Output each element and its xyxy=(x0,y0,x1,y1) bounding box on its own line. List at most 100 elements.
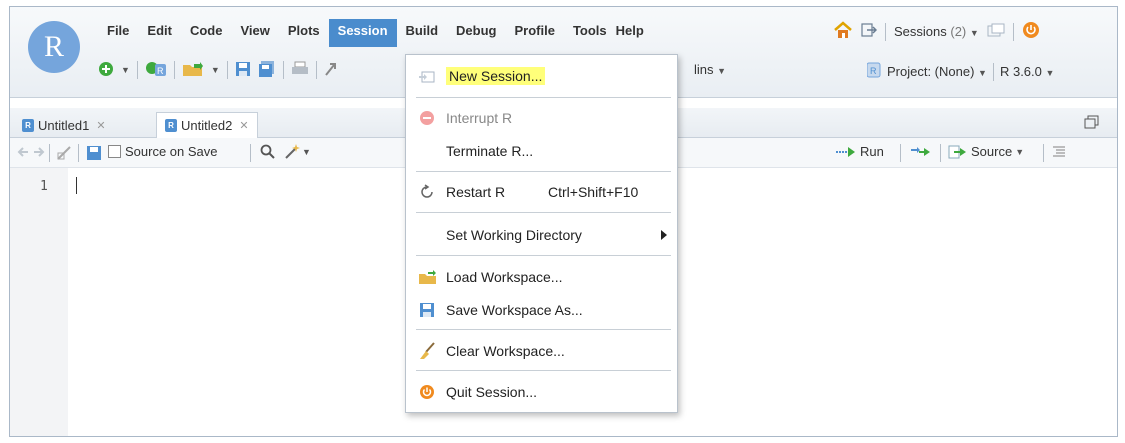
menu-item-save-workspace[interactable]: Save Workspace As... xyxy=(406,295,677,325)
r-file-icon: R xyxy=(22,118,34,132)
magic-wand-icon[interactable] xyxy=(283,143,301,164)
menu-item-label: Restart R xyxy=(446,184,506,200)
forward-arrow-icon[interactable] xyxy=(32,145,46,162)
menu-separator xyxy=(416,212,671,213)
new-window-icon[interactable] xyxy=(987,23,1005,40)
run-arrow-icon xyxy=(836,146,855,157)
menu-separator xyxy=(416,329,671,330)
menu-item-shortcut: Ctrl+Shift+F10 xyxy=(548,184,639,200)
menu-item-clear-workspace[interactable]: Clear Workspace... xyxy=(406,336,677,366)
menu-tools[interactable]: Tools xyxy=(564,19,616,47)
menu-item-label: Set Working Directory xyxy=(446,227,582,243)
chevron-down-icon[interactable]: ▼ xyxy=(302,147,311,157)
r-version-dropdown[interactable]: R 3.6.0 ▼ xyxy=(1000,64,1054,79)
menu-profile[interactable]: Profile xyxy=(505,19,563,47)
menu-session[interactable]: Session xyxy=(328,19,397,47)
menu-item-quit-session[interactable]: Quit Session... xyxy=(406,377,677,407)
close-icon[interactable]: ✕ xyxy=(96,119,105,132)
source-on-save-label: Source on Save xyxy=(125,144,218,159)
power-icon[interactable] xyxy=(1022,21,1040,42)
chevron-down-icon[interactable]: ▼ xyxy=(121,65,130,75)
separator xyxy=(940,144,941,162)
project-dropdown[interactable]: Project: (None) ▼ xyxy=(887,64,987,79)
show-in-window-icon[interactable] xyxy=(56,145,72,164)
menu-item-interrupt-r[interactable]: Interrupt R xyxy=(406,103,677,133)
sessions-dropdown[interactable]: Sessions (2) ▼ xyxy=(894,24,979,39)
menu-separator xyxy=(416,255,671,256)
session-menu-dropdown: New Session... Interrupt R Terminate R..… xyxy=(405,54,678,413)
outline-icon[interactable] xyxy=(1052,146,1066,161)
menu-debug[interactable]: Debug xyxy=(447,19,505,47)
menu-item-label: New Session... xyxy=(446,67,546,85)
menu-plots[interactable]: Plots xyxy=(279,19,329,47)
separator xyxy=(226,61,228,79)
source-label: Source xyxy=(971,144,1013,159)
main-toolbar: ▼ R ▼ xyxy=(98,57,338,83)
broom-icon xyxy=(418,342,436,360)
separator xyxy=(136,61,138,79)
save-icon[interactable] xyxy=(235,61,251,80)
separator xyxy=(1012,22,1014,41)
search-icon[interactable] xyxy=(260,144,276,163)
checkbox-box[interactable] xyxy=(108,145,121,158)
chevron-down-icon: ▼ xyxy=(717,66,727,76)
addins-label: lins xyxy=(694,62,714,77)
menu-item-load-workspace[interactable]: Load Workspace... xyxy=(406,262,677,292)
source-arrow-icon xyxy=(948,145,966,158)
submenu-arrow-icon xyxy=(661,230,667,240)
svg-text:R: R xyxy=(157,66,164,76)
menu-item-new-session[interactable]: New Session... xyxy=(406,61,677,91)
separator xyxy=(78,144,79,162)
svg-text:R: R xyxy=(870,66,877,76)
menu-file[interactable]: File xyxy=(98,19,138,47)
rerun-icon[interactable] xyxy=(909,146,931,161)
menu-code[interactable]: Code xyxy=(181,19,232,47)
new-project-icon[interactable]: R xyxy=(145,60,167,81)
separator xyxy=(885,22,886,41)
nav-arrows xyxy=(16,145,46,162)
editor-gutter xyxy=(10,168,68,436)
maximize-pane-icon[interactable] xyxy=(1084,115,1100,132)
menu-help[interactable]: Help xyxy=(616,19,653,47)
run-label: Run xyxy=(860,144,884,159)
sessions-count: (2) xyxy=(950,24,967,39)
r-file-icon: R xyxy=(165,119,177,132)
open-external-icon[interactable] xyxy=(861,22,878,41)
menu-view[interactable]: View xyxy=(231,19,278,47)
chevron-down-icon: ▼ xyxy=(1015,146,1025,157)
save-all-icon[interactable] xyxy=(258,60,276,80)
new-session-icon xyxy=(418,67,436,85)
open-file-icon[interactable] xyxy=(182,61,204,80)
chevron-down-icon[interactable]: ▼ xyxy=(211,65,220,75)
separator xyxy=(49,144,50,162)
menu-item-terminate-r[interactable]: Terminate R... xyxy=(406,136,677,166)
addins-dropdown[interactable]: lins ▼ xyxy=(694,62,726,77)
menu-item-set-working-directory[interactable]: Set Working Directory xyxy=(406,220,677,250)
home-icon[interactable] xyxy=(833,21,853,42)
line-number: 1 xyxy=(40,179,48,194)
project-icon: R xyxy=(866,62,881,81)
tab-untitled1[interactable]: R Untitled1 ✕ xyxy=(14,112,114,138)
separator xyxy=(992,62,994,81)
goto-icon[interactable] xyxy=(324,61,338,80)
r-version-label: R 3.6.0 xyxy=(999,64,1042,79)
menu-separator xyxy=(416,171,671,172)
tab-label: Untitled2 xyxy=(181,118,233,133)
rstudio-logo: R xyxy=(28,21,80,73)
print-icon[interactable] xyxy=(291,61,309,80)
source-on-save-checkbox[interactable]: Source on Save xyxy=(108,144,218,159)
close-icon[interactable]: ✕ xyxy=(239,119,248,132)
menu-item-restart-r[interactable]: Restart R Ctrl+Shift+F10 xyxy=(406,177,677,207)
menu-separator xyxy=(416,370,671,371)
separator xyxy=(250,144,251,162)
load-folder-icon xyxy=(418,268,436,286)
save-icon[interactable] xyxy=(86,145,102,164)
menu-build[interactable]: Build xyxy=(397,19,448,47)
new-file-icon[interactable] xyxy=(98,61,114,80)
menu-edit[interactable]: Edit xyxy=(138,19,181,47)
source-button[interactable]: Source ▼ xyxy=(948,144,1024,159)
back-arrow-icon[interactable] xyxy=(16,145,30,162)
save-disk-icon xyxy=(418,301,436,319)
tab-untitled2[interactable]: R Untitled2 ✕ xyxy=(156,112,258,138)
run-button[interactable]: Run xyxy=(835,144,884,159)
